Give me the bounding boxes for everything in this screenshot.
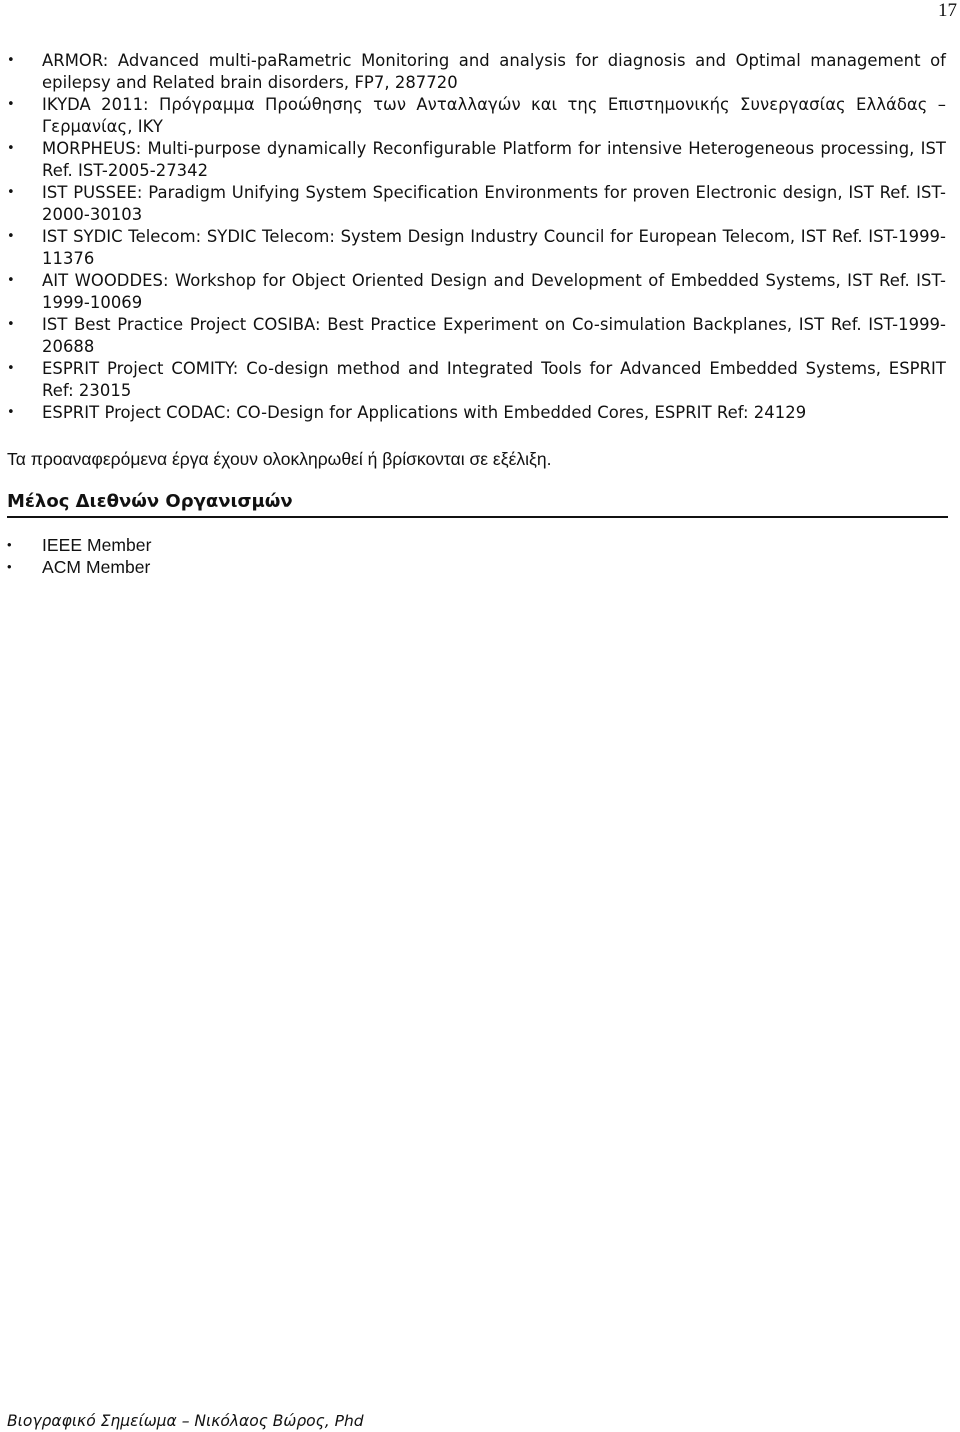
bullet-icon: • [7, 559, 12, 574]
projects-summary: Τα προαναφερόμενα έργα έχουν ολοκληρωθεί… [7, 449, 552, 469]
list-item: • IST SYDIC Telecom: SYDIC Telecom: Syst… [0, 226, 946, 270]
project-cosiba: IST Best Practice Project COSIBA: Best P… [42, 315, 946, 356]
bullet-icon: • [7, 273, 15, 288]
bullet-icon: • [7, 141, 15, 156]
list-item: • IEEE Member [0, 534, 151, 556]
page-footer: Βιογραφικό Σημείωμα – Νικόλαος Βώρος, Ph… [7, 1412, 364, 1430]
bullet-icon: • [7, 537, 12, 552]
project-armor: ARMOR: Advanced multi-paRametric Monitor… [42, 51, 946, 92]
bullet-icon: • [7, 317, 15, 332]
bullet-icon: • [7, 97, 15, 112]
project-comity: ESPRIT Project COMITY: Co-design method … [42, 359, 946, 400]
list-item: • IKYDA 2011: Πρόγραμμα Προώθησης των Αν… [0, 94, 946, 138]
bullet-icon: • [7, 361, 15, 376]
project-woodes: AIT WOODDES: Workshop for Object Oriente… [42, 271, 946, 312]
section-heading-text: Μέλος Διεθνών Οργανισμών [7, 491, 293, 512]
list-item: • ESPRIT Project CODAC: CO-Design for Ap… [0, 402, 946, 424]
bullet-icon: • [7, 53, 15, 68]
project-codac: ESPRIT Project CODAC: CO-Design for Appl… [42, 403, 807, 422]
list-item: • AIT WOODDES: Workshop for Object Orien… [0, 270, 946, 314]
project-list: • ARMOR: Advanced multi-paRametric Monit… [0, 50, 946, 424]
list-item: • IST PUSSEE: Paradigm Unifying System S… [0, 182, 946, 226]
project-morpheus: MORPHEUS: Multi-purpose dynamically Reco… [42, 139, 946, 180]
project-sydic: IST SYDIC Telecom: SYDIC Telecom: System… [42, 227, 946, 268]
list-item: • MORPHEUS: Multi-purpose dynamically Re… [0, 138, 946, 182]
project-pussee: IST PUSSEE: Paradigm Unifying System Spe… [42, 183, 946, 224]
bullet-icon: • [7, 185, 15, 200]
bullet-icon: • [7, 405, 15, 420]
list-item: • IST Best Practice Project COSIBA: Best… [0, 314, 946, 358]
page-number: 17 [938, 0, 957, 21]
membership-list: • IEEE Member • ACM Member [0, 534, 151, 578]
list-item: • ARMOR: Advanced multi-paRametric Monit… [0, 50, 946, 94]
list-item: • ESPRIT Project COMITY: Co-design metho… [0, 358, 946, 402]
list-item: • ACM Member [0, 556, 151, 578]
membership-acm: ACM Member [42, 557, 151, 577]
bullet-icon: • [7, 229, 15, 244]
section-heading-memberships: Μέλος Διεθνών Οργανισμών [7, 490, 948, 518]
membership-ieee: IEEE Member [42, 535, 152, 555]
project-ikyda: IKYDA 2011: Πρόγραμμα Προώθησης των Αντα… [42, 95, 946, 136]
